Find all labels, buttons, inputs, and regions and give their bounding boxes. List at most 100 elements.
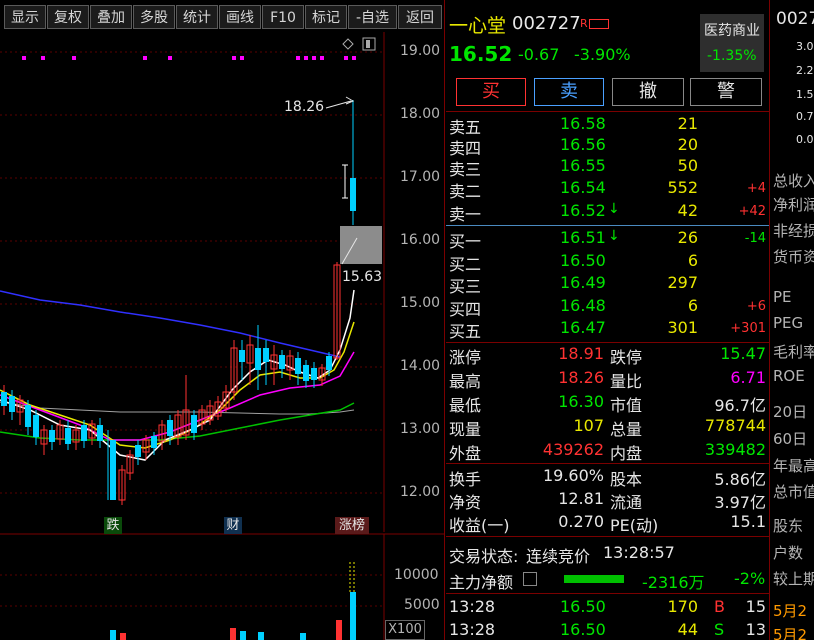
stat-label: 净资: [449, 493, 482, 512]
toolbar-multistock-button[interactable]: 多股: [133, 5, 175, 29]
bid-price: 16.47: [560, 318, 606, 337]
far-label: 户数: [773, 544, 804, 562]
ask-volume: 21: [677, 114, 698, 133]
tick-side: S: [714, 620, 725, 639]
candle: [326, 356, 332, 370]
sector-name: 医药商业: [704, 23, 760, 39]
stat-value: 6.71: [730, 368, 766, 387]
kline-chart[interactable]: [0, 32, 444, 640]
far-label: 20日: [773, 403, 808, 421]
down-arrow-icon: ↓: [608, 228, 620, 244]
candle: [97, 425, 103, 441]
candle: [350, 178, 356, 211]
stat-value: 439262: [542, 440, 604, 459]
bid-change: -14: [744, 231, 766, 246]
far-label: 股东: [773, 517, 804, 535]
chart-area[interactable]: 19.00 18.00 17.00 16.00 15.00 14.00 13.0…: [0, 32, 444, 640]
ask-change: +4: [746, 181, 766, 196]
cancel-button[interactable]: 撤: [612, 78, 684, 106]
price-axis-label: 18.00: [400, 106, 441, 122]
candle: [1, 392, 7, 406]
far-label: 较上期: [773, 570, 814, 588]
toolbar-overlay-button[interactable]: 叠加: [90, 5, 132, 29]
stat-value: 18.26: [558, 368, 604, 387]
far-label: 总收入: [773, 172, 814, 190]
candle: [110, 440, 116, 500]
candle: [167, 420, 173, 436]
toolbar-f10-button[interactable]: F10: [262, 5, 304, 29]
ask-change: +42: [738, 204, 766, 219]
buy-button[interactable]: 买: [456, 78, 526, 106]
bid-ask-divider: [446, 225, 770, 226]
ask-price: 16.55: [560, 156, 606, 175]
bid-change: +6: [746, 299, 766, 314]
alert-button[interactable]: 警: [690, 78, 762, 106]
ask-price: 16.56: [560, 135, 606, 154]
bid-label: 买三: [449, 277, 482, 296]
far-date: 5月2: [773, 602, 808, 620]
trade-status-time: 13:28:57: [603, 543, 675, 562]
stat-label: 内盘: [610, 444, 643, 463]
candle: [191, 415, 197, 433]
volume-unit-label: X100: [385, 620, 425, 640]
far-label: 年最高: [773, 457, 814, 475]
cai-marker[interactable]: 财: [224, 517, 242, 534]
bid-change: +301: [730, 321, 766, 336]
tick-side: B: [714, 597, 725, 616]
toolbar-adjust-button[interactable]: 复权: [47, 5, 89, 29]
far-label: 毛利率: [773, 343, 814, 361]
bid-volume: 26: [677, 228, 698, 247]
bid-volume: 6: [687, 251, 698, 270]
tick-time: 13:28: [449, 620, 496, 639]
main-net-label: 主力净额: [449, 573, 514, 592]
toolbar-draw-button[interactable]: 画线: [219, 5, 261, 29]
candle: [9, 396, 15, 412]
toolbar-mark-button[interactable]: 标记: [305, 5, 347, 29]
stat-label: 股本: [610, 470, 643, 489]
stock-name: 一心堂: [449, 15, 507, 37]
price-axis-label: 16.00: [400, 232, 441, 248]
trade-status-value: 连续竞价: [526, 547, 591, 566]
candle: [263, 348, 269, 362]
stat-label: 最低: [449, 396, 482, 415]
event-dot: [232, 56, 236, 60]
sector-box[interactable]: 医药商业 -1.35%: [700, 14, 764, 72]
candle: [279, 355, 285, 369]
ask-label: 卖三: [449, 160, 482, 179]
candle: [81, 425, 87, 441]
tick-count: 13: [745, 620, 766, 639]
price-axis-label: 17.00: [400, 169, 441, 185]
stat-value: 12.81: [558, 489, 604, 508]
stat-value: 0.270: [558, 512, 604, 531]
toolbar-stats-button[interactable]: 统计: [176, 5, 218, 29]
stat-value: 107: [573, 416, 604, 435]
event-dot: [296, 56, 300, 60]
die-marker[interactable]: 跌: [104, 517, 122, 534]
event-dot: [168, 56, 172, 60]
volume-bars: [110, 562, 356, 640]
event-dot: [143, 56, 147, 60]
stat-value: 778744: [704, 416, 766, 435]
ask-volume: 50: [677, 156, 698, 175]
far-label: PE: [773, 288, 792, 306]
zhangbang-marker[interactable]: 涨榜: [335, 517, 369, 534]
main-net-pct: -2%: [734, 569, 766, 588]
sell-button[interactable]: 卖: [534, 78, 604, 106]
toolbar-watchlist-button[interactable]: -自选: [348, 5, 397, 29]
bid-label: 买五: [449, 322, 482, 341]
price-change-pct: -3.90%: [574, 45, 631, 64]
far-axis-num: 1.5: [796, 88, 814, 101]
list-icon[interactable]: [523, 572, 537, 586]
ask-price: 16.54: [560, 178, 606, 197]
current-price: 16.52: [449, 42, 513, 66]
tick-price: 16.50: [560, 597, 606, 616]
tick-volume: 170: [667, 597, 698, 616]
toolbar-display-button[interactable]: 显示: [4, 5, 46, 29]
ask-label: 卖二: [449, 182, 482, 201]
f10-panel: 0027 3.0 2.2 1.5 0.7 0.0 总收入 净利润 非经损 货币资…: [770, 0, 814, 640]
event-dot: [304, 56, 308, 60]
far-label: 总市值: [773, 483, 814, 501]
toolbar-back-button[interactable]: 返回: [398, 5, 442, 29]
event-dot: [320, 56, 324, 60]
bid-price: 16.51: [560, 228, 606, 247]
